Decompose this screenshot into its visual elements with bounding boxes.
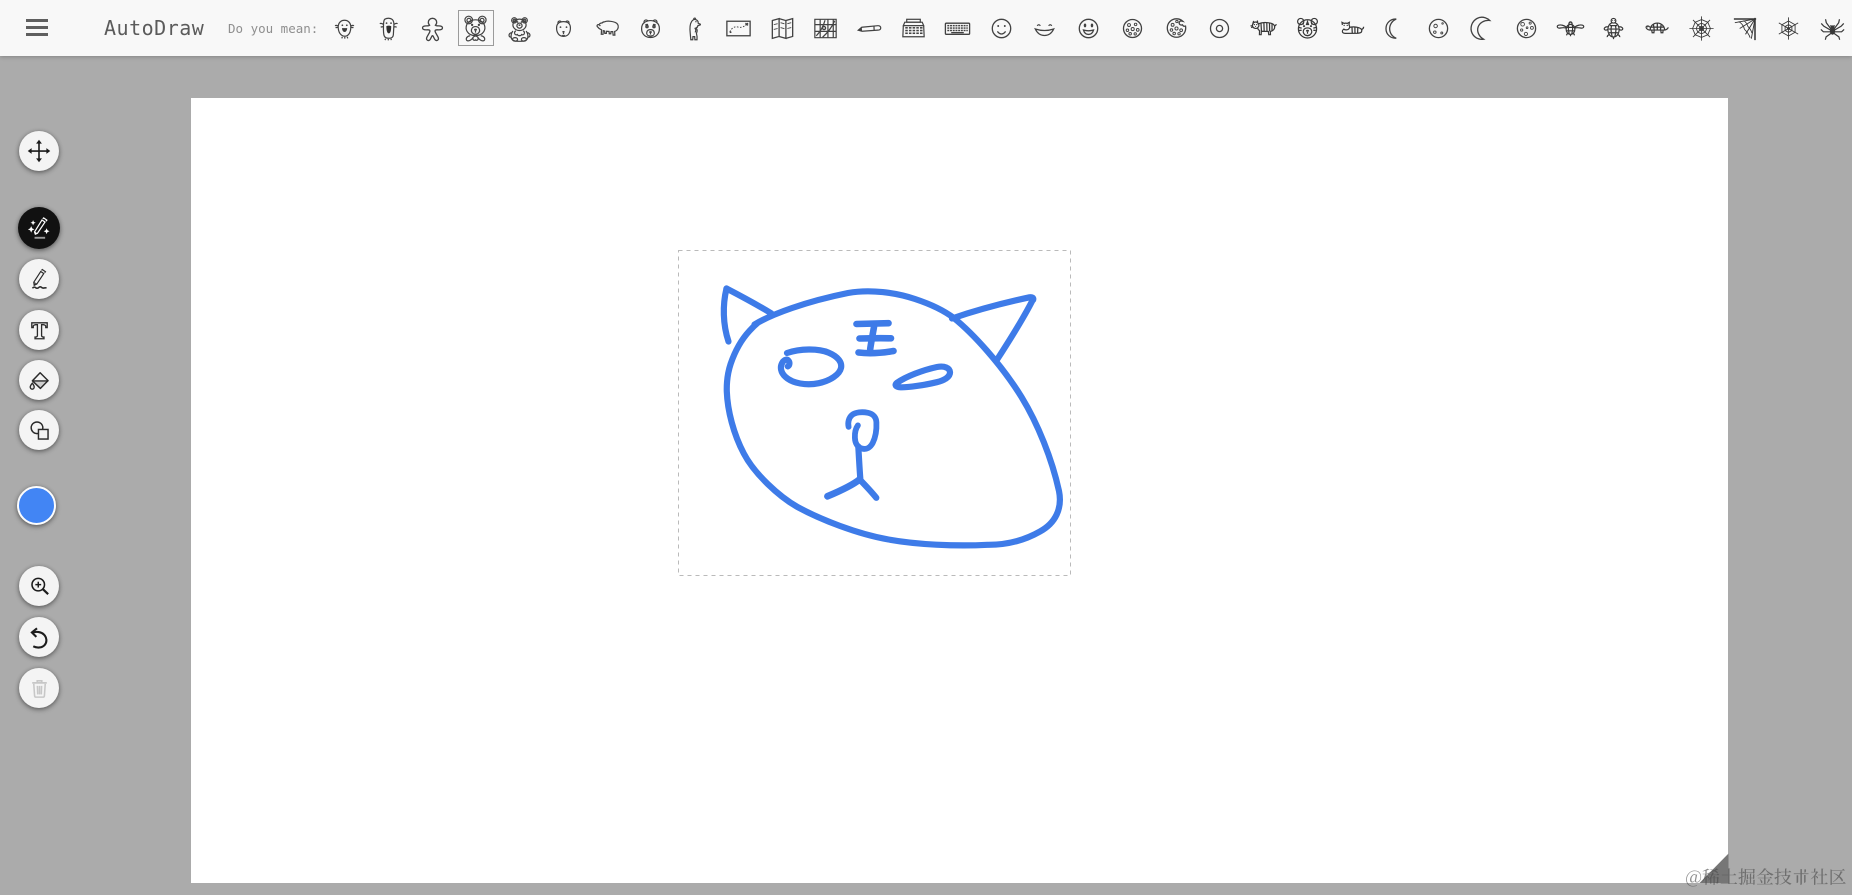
top-bar: AutoDraw Do you mean: [0, 0, 1852, 56]
suggestion-teddy-bear-face[interactable] [457, 10, 494, 46]
suggestion-ghost[interactable] [327, 10, 363, 46]
undo-icon [29, 627, 47, 649]
suggestion-tiger[interactable] [1246, 10, 1282, 46]
zoom-tool-button[interactable] [19, 566, 59, 606]
suggestion-teddy-bear[interactable] [502, 10, 538, 46]
suggestion-smile[interactable] [1027, 10, 1063, 46]
suggestion-spider-web[interactable] [1683, 10, 1719, 46]
magic-pencil-icon [27, 216, 50, 239]
selection-box[interactable] [678, 250, 1071, 576]
shape-tool-button[interactable] [19, 410, 59, 450]
suggestion-folded-map[interactable] [764, 10, 800, 46]
suggestion-screaming-ghost[interactable] [370, 10, 406, 46]
suggestion-marker[interactable] [852, 10, 888, 46]
suggestion-small-spider-web[interactable] [1771, 10, 1807, 46]
magnifier-icon [30, 577, 49, 595]
suggestion-full-moon[interactable] [1508, 10, 1544, 46]
pencil-icon [31, 268, 47, 289]
select-tool-button[interactable] [19, 131, 59, 171]
suggestion-corner-spider-web[interactable] [1727, 10, 1763, 46]
suggestion-sea-turtle[interactable] [1552, 10, 1588, 46]
suggestion-strip [0, 0, 1852, 56]
trash-icon [31, 679, 47, 698]
fill-tool-button[interactable] [19, 360, 59, 400]
draw-tool-button[interactable] [19, 259, 59, 299]
suggestion-bitten-cookie[interactable] [1158, 10, 1194, 46]
suggestion-bear[interactable] [589, 10, 625, 46]
suggestion-smiley-face[interactable] [983, 10, 1019, 46]
suggestion-donut[interactable] [1202, 10, 1238, 46]
text-icon [30, 321, 48, 339]
suggestion-tiger-face[interactable] [1289, 10, 1325, 46]
suggestion-crescent-moon[interactable] [1377, 10, 1413, 46]
suggestion-happy-face[interactable] [1071, 10, 1107, 46]
color-tool-button[interactable] [17, 486, 56, 525]
suggestion-keyboard[interactable] [939, 10, 975, 46]
suggestion-lying-cat[interactable] [1333, 10, 1369, 46]
suggestion-crescent-moon-2[interactable] [1465, 10, 1501, 46]
auto-draw-tool-button[interactable] [18, 207, 60, 249]
suggestion-turtle[interactable] [1596, 10, 1632, 46]
shapes-icon [29, 420, 49, 440]
suggestion-standing-bear[interactable] [677, 10, 713, 46]
delete-tool-button[interactable] [19, 668, 59, 708]
undo-tool-button[interactable] [19, 617, 59, 657]
move-icon [27, 139, 51, 163]
suggestion-bear-face[interactable] [633, 10, 669, 46]
suggestion-polar-bear-face[interactable] [545, 10, 581, 46]
suggestion-cookie[interactable] [1114, 10, 1150, 46]
suggestion-postcard[interactable] [720, 10, 756, 46]
paint-bucket-icon [29, 371, 49, 390]
type-tool-button[interactable] [19, 310, 59, 350]
suggestion-moon[interactable] [1421, 10, 1457, 46]
suggestion-tortoise[interactable] [1640, 10, 1676, 46]
suggestion-map[interactable] [808, 10, 844, 46]
suggestion-gingerbread-man[interactable] [414, 10, 450, 46]
suggestion-spider[interactable] [1815, 10, 1851, 46]
suggestion-cash-register[interactable] [896, 10, 932, 46]
